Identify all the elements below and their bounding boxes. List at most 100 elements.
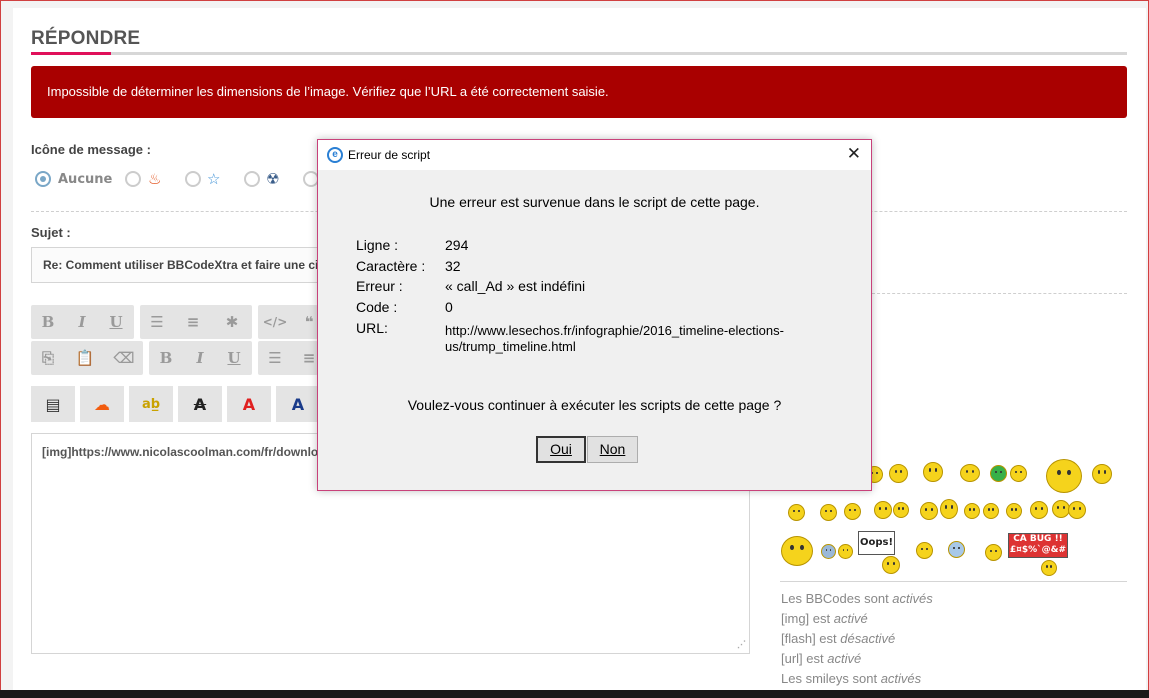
smiley-icon[interactable] <box>916 542 933 559</box>
yes-button[interactable]: Oui <box>536 436 586 463</box>
code-value: 0 <box>445 299 453 315</box>
sidebar-divider <box>780 581 1127 582</box>
smiley-icon[interactable] <box>960 464 980 482</box>
copy-icon[interactable]: ⎘ <box>31 341 65 375</box>
radio-none-label: Aucune <box>58 172 113 187</box>
radio-radiation[interactable] <box>244 171 260 187</box>
smilies-status: Les smileys sont activés <box>781 671 921 686</box>
char-value: 32 <box>445 258 461 274</box>
error-alert-text: Impossible de déterminer les dimensions … <box>47 84 609 99</box>
subject-input[interactable]: Re: Comment utiliser BBCodeXtra et faire… <box>31 247 331 283</box>
smiley-icon[interactable] <box>940 499 958 519</box>
bug-sign-line2: £¤$%`@&# <box>1009 545 1067 555</box>
smiley-icon[interactable] <box>788 504 805 521</box>
smiley-icon[interactable] <box>844 503 861 520</box>
italic-button[interactable]: I <box>65 305 99 339</box>
list-icon-2[interactable]: ☰ <box>258 341 292 375</box>
ordered-list-icon[interactable]: ≡ <box>176 305 210 339</box>
format-group-1: B I U <box>31 305 134 339</box>
smiley-icon[interactable] <box>1041 560 1057 576</box>
smiley-icon[interactable] <box>1046 459 1082 493</box>
subject-label: Sujet : <box>31 225 71 240</box>
format-group-5: ☰ ≡ <box>258 341 318 375</box>
status-value: activés <box>892 591 933 606</box>
bug-sign[interactable]: CA BUG !! £¤$%`@&# <box>1008 533 1068 558</box>
strikethrough-icon[interactable]: A <box>178 386 222 422</box>
status-text: [url] est <box>781 651 828 666</box>
smiley-icon[interactable] <box>985 544 1002 561</box>
smiley-icon[interactable] <box>920 502 938 520</box>
smiley-icon[interactable] <box>882 556 900 574</box>
smiley-icon[interactable] <box>1068 501 1086 519</box>
flag-icon[interactable]: ▤ <box>31 386 75 422</box>
smiley-icon[interactable] <box>964 503 980 519</box>
italic-button-2[interactable]: I <box>183 341 217 375</box>
smiley-icon[interactable] <box>893 502 909 518</box>
list-icon[interactable]: ☰ <box>140 305 174 339</box>
close-icon[interactable]: ✕ <box>847 144 861 164</box>
img-status: [img] est activé <box>781 611 868 626</box>
smiley-icon[interactable] <box>821 544 836 559</box>
text-color-icon[interactable]: A <box>227 386 271 422</box>
smiley-icon[interactable] <box>820 504 837 521</box>
text-shadow-icon[interactable]: A <box>276 386 320 422</box>
message-icon-label: Icône de message : <box>31 142 151 157</box>
underline-button-2[interactable]: U <box>217 341 251 375</box>
bbcode-status: Les BBCodes sont activés <box>781 591 933 606</box>
title-accent <box>31 52 111 55</box>
smiley-icon[interactable] <box>1006 503 1022 519</box>
radio-none[interactable] <box>35 171 51 187</box>
smiley-icon[interactable] <box>923 462 943 482</box>
smiley-icon[interactable] <box>1092 464 1112 484</box>
asterisk-icon[interactable]: ✱ <box>215 305 249 339</box>
internet-explorer-icon: e <box>327 147 343 163</box>
format-group-3: </> ❝ <box>258 305 318 339</box>
smiley-icon[interactable] <box>781 536 813 566</box>
fire-icon: ♨ <box>148 170 162 188</box>
url-line-1: http://www.lesechos.fr/infographie/2016_… <box>445 323 784 338</box>
dialog-message: Une erreur est survenue dans le script d… <box>429 194 760 210</box>
star-icon: ☆ <box>207 170 221 188</box>
line-label: Ligne : <box>356 237 399 253</box>
smiley-icon[interactable] <box>874 501 892 519</box>
status-text: Les BBCodes sont <box>781 591 893 606</box>
oops-sign[interactable]: Oops! <box>858 531 895 555</box>
title-underline <box>31 52 1127 55</box>
smiley-icon[interactable] <box>983 503 999 519</box>
taskbar-strip <box>0 690 1149 698</box>
no-button[interactable]: Non <box>587 436 638 463</box>
radiation-icon: ☢ <box>266 170 280 188</box>
status-value: désactivé <box>840 631 896 646</box>
smiley-icon[interactable] <box>1010 465 1027 482</box>
status-value: activé <box>827 651 862 666</box>
bold-button[interactable]: B <box>31 305 65 339</box>
line-value: 294 <box>445 237 469 253</box>
soundcloud-icon[interactable]: ☁ <box>80 386 124 422</box>
format-group-2: ☰ ≡ ✱ <box>140 305 252 339</box>
flash-status: [flash] est désactivé <box>781 631 895 646</box>
code-icon[interactable]: </> <box>258 305 292 339</box>
dialog-title: Erreur de script <box>348 148 431 162</box>
eraser-icon[interactable]: ⌫ <box>107 341 141 375</box>
highlight-icon[interactable]: ab̲ <box>129 386 173 422</box>
yes-button-label: Oui <box>550 441 572 457</box>
smiley-icon[interactable] <box>1030 501 1048 519</box>
bold-button-2[interactable]: B <box>149 341 183 375</box>
smiley-icon[interactable] <box>838 544 853 559</box>
underline-button[interactable]: U <box>99 305 133 339</box>
smiley-icon[interactable] <box>889 464 908 483</box>
paste-icon[interactable]: 📋 <box>68 341 102 375</box>
bug-sign-line1: CA BUG !! <box>1013 534 1063 544</box>
url-value: http://www.lesechos.fr/infographie/2016_… <box>445 323 825 355</box>
radio-fire[interactable] <box>125 171 141 187</box>
smiley-icon[interactable] <box>990 465 1007 482</box>
code-label: Code : <box>356 299 398 315</box>
status-text: Les smileys sont <box>781 671 881 686</box>
url-label: URL: <box>356 320 388 336</box>
resize-grip-icon[interactable]: ⋰ <box>737 639 746 650</box>
smiley-icon[interactable] <box>948 541 965 558</box>
dialog-titlebar[interactable]: e Erreur de script ✕ <box>318 140 871 170</box>
radio-star[interactable] <box>185 171 201 187</box>
format-group-4: B I U <box>149 341 252 375</box>
page-title: RÉPONDRE <box>31 28 141 49</box>
